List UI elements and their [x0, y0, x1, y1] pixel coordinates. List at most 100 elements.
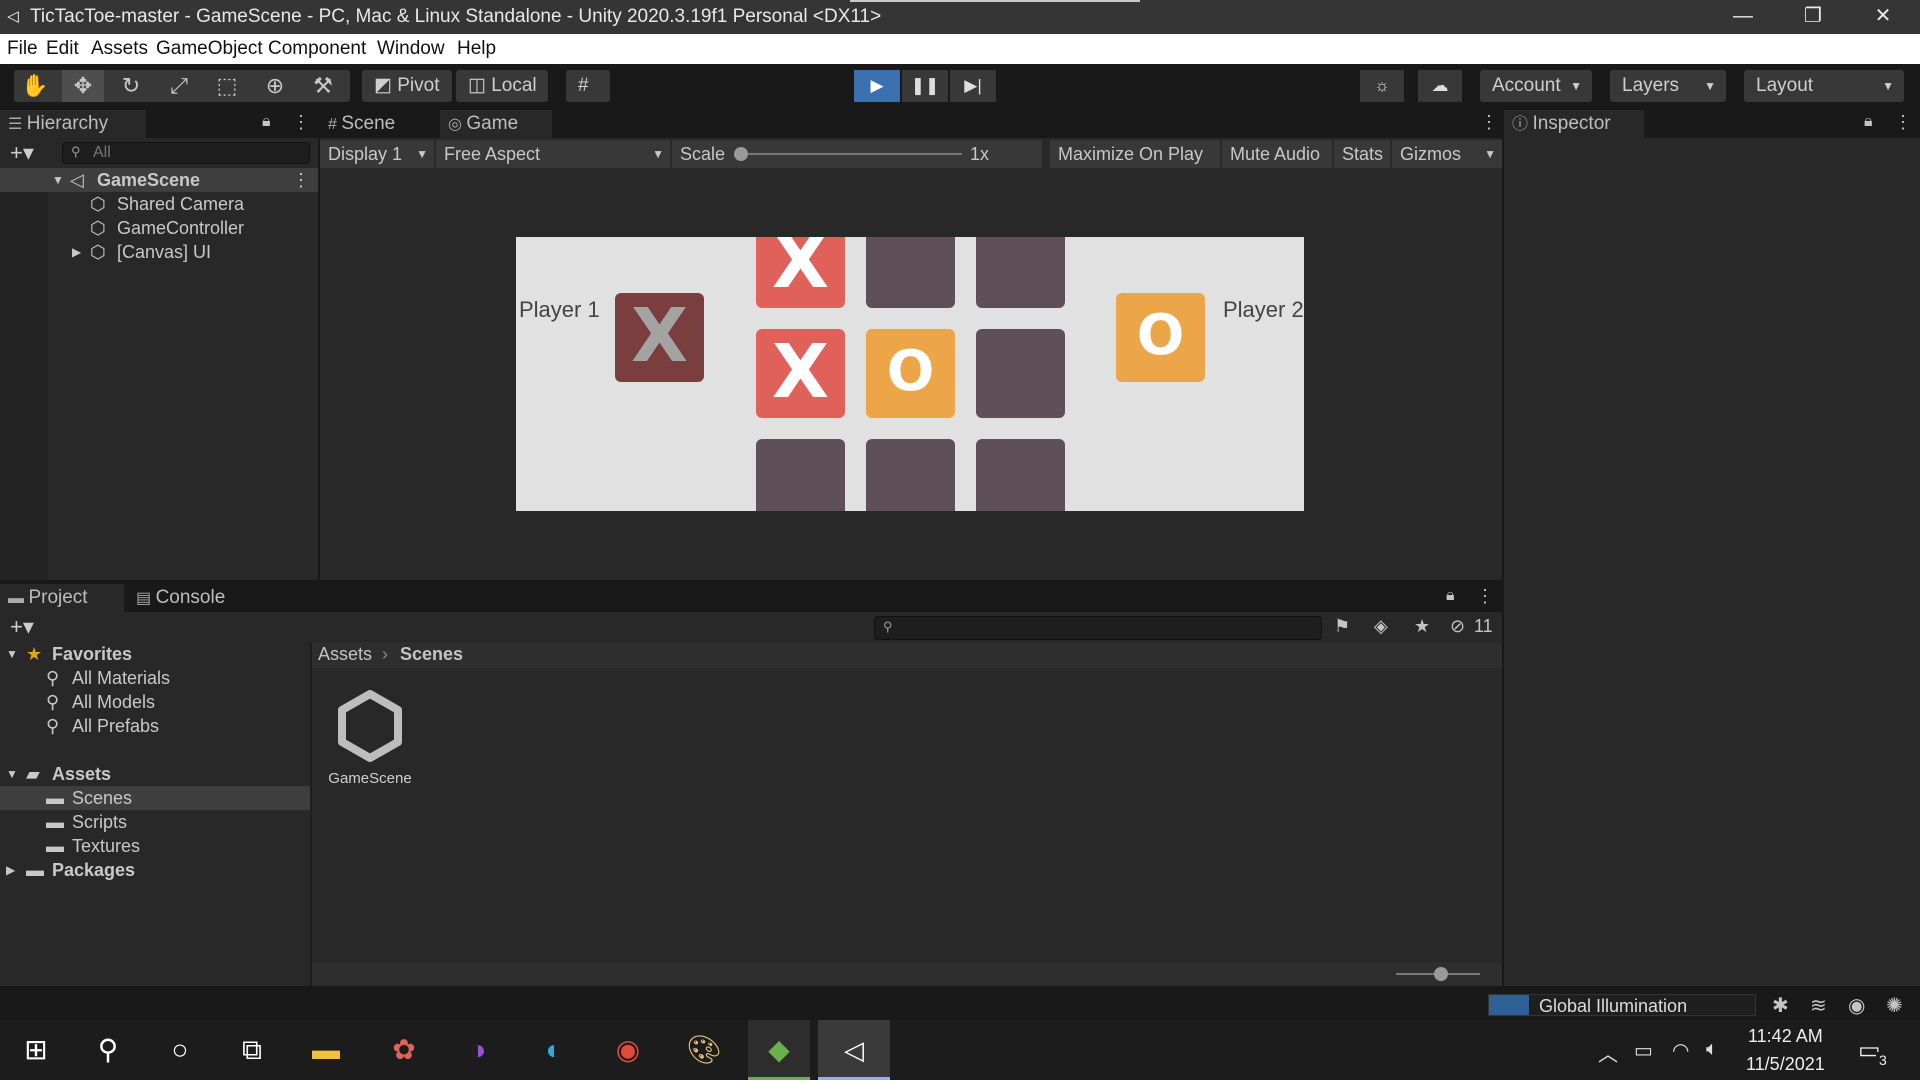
- board-cell-3[interactable]: X: [756, 329, 845, 418]
- scale-handle[interactable]: [734, 147, 748, 161]
- more-icon[interactable]: ⋮: [292, 168, 310, 192]
- more-icon[interactable]: ⋮: [1480, 112, 1498, 133]
- collab-icon[interactable]: ◉: [1848, 993, 1865, 1018]
- paint-app-icon[interactable]: ✿: [368, 1020, 440, 1080]
- layout-dropdown[interactable]: Layout ▼: [1744, 70, 1904, 102]
- folder-item-textures[interactable]: ▬ Textures: [0, 834, 310, 858]
- menu-edit[interactable]: Edit: [46, 38, 79, 60]
- pause-button[interactable]: ❚❚: [902, 70, 948, 102]
- task-view-icon[interactable]: ⧉: [216, 1020, 288, 1080]
- menu-gameobject[interactable]: GameObject: [156, 38, 263, 60]
- assets-row[interactable]: ▼ ▰ Assets: [0, 762, 310, 786]
- label-icon[interactable]: ◈: [1374, 616, 1388, 637]
- cortana-icon[interactable]: ○: [144, 1020, 216, 1080]
- folder-item-scripts[interactable]: ▬ Scripts: [0, 810, 310, 834]
- windows-start-icon[interactable]: ⊞: [0, 1020, 72, 1080]
- layers-icon[interactable]: ≋: [1810, 993, 1827, 1018]
- zoom-slider-handle[interactable]: [1434, 967, 1448, 981]
- chrome-icon[interactable]: ◉: [592, 1020, 664, 1080]
- close-button[interactable]: ✕: [1854, 0, 1912, 34]
- tab-project[interactable]: ▬ Project: [0, 584, 124, 612]
- battery-icon[interactable]: ▭: [1634, 1038, 1653, 1063]
- star-icon[interactable]: ★: [1414, 616, 1430, 637]
- favorite-item[interactable]: ⚲ All Prefabs: [0, 714, 310, 738]
- menu-assets[interactable]: Assets: [91, 38, 148, 60]
- chevron-up-icon[interactable]: ︿: [1598, 1038, 1618, 1067]
- volume-icon[interactable]: 🔈︎: [1706, 1038, 1718, 1061]
- board-cell-4[interactable]: O: [866, 329, 955, 418]
- lock-icon[interactable]: 🔒︎: [262, 113, 271, 131]
- add-icon[interactable]: +▾: [10, 614, 34, 640]
- stats-toggle[interactable]: Stats: [1334, 140, 1390, 168]
- custom-tool-icon[interactable]: ⚒: [302, 70, 344, 102]
- layers-dropdown[interactable]: Layers ▼: [1610, 70, 1726, 102]
- light-icon[interactable]: ☼: [1360, 70, 1404, 102]
- edge-icon[interactable]: ◐: [518, 1020, 590, 1080]
- favorite-item[interactable]: ⚲ All Materials: [0, 666, 310, 690]
- game-canvas[interactable]: Player 1 X Player 2 O X X O: [516, 237, 1304, 511]
- scene-row[interactable]: ▼ ◁ GameScene ⋮: [0, 168, 318, 192]
- add-icon[interactable]: +▾: [10, 140, 34, 166]
- menu-file[interactable]: File: [7, 38, 38, 60]
- display-dropdown[interactable]: Display 1 ▼: [320, 140, 434, 168]
- mute-audio-toggle[interactable]: Mute Audio: [1222, 140, 1332, 168]
- menu-window[interactable]: Window: [377, 38, 445, 60]
- hand-tool-icon[interactable]: ✋: [14, 70, 56, 102]
- wifi-icon[interactable]: ◠: [1672, 1038, 1689, 1063]
- breadcrumb-scenes[interactable]: Scenes: [400, 644, 463, 665]
- clock-time[interactable]: 11:42 AM: [1748, 1026, 1823, 1047]
- board-cell-7[interactable]: [866, 439, 955, 511]
- hierarchy-item[interactable]: ⬡ GameController: [0, 216, 318, 240]
- board-cell-2[interactable]: [976, 237, 1065, 308]
- board-cell-0[interactable]: X: [756, 237, 845, 308]
- more-icon[interactable]: ⋮: [292, 112, 310, 133]
- lock-icon[interactable]: 🔒︎: [1446, 587, 1455, 605]
- hierarchy-item[interactable]: ▶ ⬡ [Canvas] UI: [0, 240, 318, 264]
- move-tool-icon[interactable]: ✥: [62, 70, 104, 102]
- breadcrumb-assets[interactable]: Assets: [318, 644, 372, 665]
- more-icon[interactable]: ⋮: [1894, 112, 1912, 133]
- hidden-packages-icon[interactable]: ⊘: [1450, 616, 1465, 637]
- account-dropdown[interactable]: Account ▼: [1480, 70, 1592, 102]
- transform-tool-icon[interactable]: ⊕: [254, 70, 296, 102]
- grid-snap-button[interactable]: #: [566, 70, 610, 102]
- rect-tool-icon[interactable]: ⬚: [206, 70, 248, 102]
- menu-component[interactable]: Component: [268, 38, 366, 60]
- gizmos-dropdown[interactable]: Gizmos ▼: [1392, 140, 1502, 168]
- lock-icon[interactable]: 🔒︎: [1864, 113, 1873, 131]
- step-button[interactable]: ▶|: [950, 70, 996, 102]
- pivot-toggle[interactable]: ◩ Pivot: [362, 70, 452, 102]
- paint-palette-icon[interactable]: 🎨︎: [668, 1020, 740, 1080]
- project-search-input[interactable]: ⚲: [874, 616, 1322, 640]
- tab-scene[interactable]: # Scene: [320, 110, 438, 138]
- clock-date[interactable]: 11/5/2021: [1746, 1054, 1825, 1075]
- packages-row[interactable]: ▶ ▬ Packages: [0, 858, 310, 882]
- cloud-icon[interactable]: ☁: [1418, 70, 1462, 102]
- favorite-item[interactable]: ⚲ All Models: [0, 690, 310, 714]
- minimize-button[interactable]: —: [1714, 0, 1772, 34]
- filter-type-icon[interactable]: ⚑: [1334, 616, 1350, 637]
- board-cell-8[interactable]: [976, 439, 1065, 511]
- tab-hierarchy[interactable]: ☰ Hierarchy: [0, 110, 146, 138]
- local-toggle[interactable]: ◫ Local: [456, 70, 548, 102]
- expand-arrow-icon[interactable]: ▶: [72, 240, 81, 264]
- app-button[interactable]: ◆: [748, 1020, 810, 1080]
- debug-icon[interactable]: ✱: [1772, 993, 1789, 1018]
- file-explorer-icon[interactable]: ▬: [290, 1020, 362, 1080]
- scale-tool-icon[interactable]: ⤢: [158, 70, 200, 102]
- tab-console[interactable]: ▤ Console: [128, 584, 252, 612]
- tab-inspector[interactable]: ⓘ Inspector: [1504, 110, 1644, 138]
- hierarchy-item[interactable]: ⬡ Shared Camera: [0, 192, 318, 216]
- podcast-app-icon[interactable]: ◑: [442, 1020, 514, 1080]
- menu-help[interactable]: Help: [457, 38, 496, 60]
- favorites-row[interactable]: ▼ ★ Favorites: [0, 642, 310, 666]
- hierarchy-search-input[interactable]: ⚲ All: [62, 142, 310, 164]
- play-button[interactable]: ▶: [854, 70, 900, 102]
- board-cell-5[interactable]: [976, 329, 1065, 418]
- folder-item-scenes[interactable]: ▬ Scenes: [0, 786, 310, 810]
- tab-game[interactable]: ◎ Game: [440, 110, 552, 138]
- board-cell-1[interactable]: [866, 237, 955, 308]
- scale-slider[interactable]: Scale 1x: [672, 140, 1042, 168]
- aspect-dropdown[interactable]: Free Aspect ▼: [436, 140, 670, 168]
- search-icon[interactable]: ⚲: [72, 1020, 144, 1080]
